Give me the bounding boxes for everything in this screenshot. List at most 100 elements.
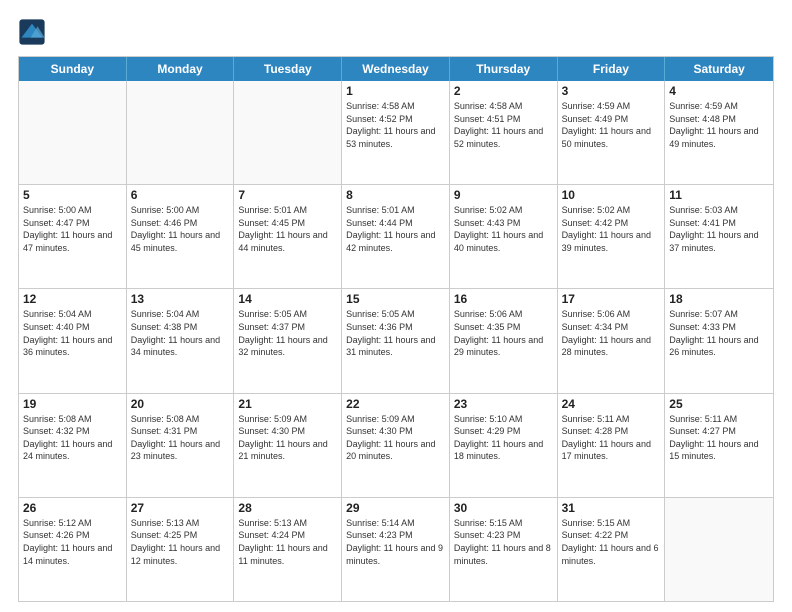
day-cell-19: 19Sunrise: 5:08 AMSunset: 4:32 PMDayligh…	[19, 394, 127, 497]
day-cell-15: 15 Sunrise: 5:05 AMSunset: 4:36 PMDayligh…	[342, 289, 450, 392]
weekday-header-tuesday: Tuesday	[234, 57, 342, 81]
day-info: Sunrise: 5:14 AMSunset: 4:23 PMDaylight:…	[346, 517, 445, 567]
day-cell-23: 23 Sunrise: 5:10 AMSunset: 4:29 PMDayligh…	[450, 394, 558, 497]
day-info: Sunrise: 5:09 AMSunset: 4:30 PMDaylight:…	[238, 413, 337, 463]
day-cell-5: 5 Sunrise: 5:00 AMSunset: 4:47 PMDaylight…	[19, 185, 127, 288]
day-cell-22: 22 Sunrise: 5:09 AMSunset: 4:30 PMDayligh…	[342, 394, 450, 497]
day-cell-17: 17Sunrise: 5:06 AMSunset: 4:34 PMDayligh…	[558, 289, 666, 392]
day-number: 15	[346, 292, 445, 306]
day-number: 7	[238, 188, 337, 202]
day-info: Sunrise: 5:05 AMSunset: 4:37 PMDaylight:…	[238, 308, 337, 358]
day-info: Sunrise: 4:58 AMSunset: 4:52 PMDaylight:…	[346, 100, 445, 150]
day-info: Sunrise: 5:13 AMSunset: 4:25 PMDaylight:…	[131, 517, 230, 567]
day-info: Sunrise: 5:00 AMSunset: 4:46 PMDaylight:…	[131, 204, 230, 254]
day-cell-2: 2 Sunrise: 4:58 AMSunset: 4:51 PMDaylight…	[450, 81, 558, 184]
day-info: Sunrise: 5:03 AMSunset: 4:41 PMDaylight:…	[669, 204, 769, 254]
weekday-header-monday: Monday	[127, 57, 235, 81]
day-info: Sunrise: 5:01 AMSunset: 4:44 PMDaylight:…	[346, 204, 445, 254]
day-number: 2	[454, 84, 553, 98]
day-info: Sunrise: 5:04 AMSunset: 4:40 PMDaylight:…	[23, 308, 122, 358]
day-info: Sunrise: 4:58 AMSunset: 4:51 PMDaylight:…	[454, 100, 553, 150]
day-info: Sunrise: 5:06 AMSunset: 4:35 PMDaylight:…	[454, 308, 553, 358]
calendar-week-1: 1Sunrise: 4:58 AMSunset: 4:52 PMDaylight…	[19, 81, 773, 184]
day-cell-26: 26 Sunrise: 5:12 AMSunset: 4:26 PMDayligh…	[19, 498, 127, 601]
day-number: 10	[562, 188, 661, 202]
day-number: 16	[454, 292, 553, 306]
day-cell-13: 13 Sunrise: 5:04 AMSunset: 4:38 PMDayligh…	[127, 289, 235, 392]
day-cell-21: 21Sunrise: 5:09 AMSunset: 4:30 PMDayligh…	[234, 394, 342, 497]
day-cell-9: 9 Sunrise: 5:02 AMSunset: 4:43 PMDaylight…	[450, 185, 558, 288]
day-number: 19	[23, 397, 122, 411]
weekday-header-thursday: Thursday	[450, 57, 558, 81]
day-info: Sunrise: 5:15 AMSunset: 4:23 PMDaylight:…	[454, 517, 553, 567]
day-info: Sunrise: 5:13 AMSunset: 4:24 PMDaylight:…	[238, 517, 337, 567]
calendar-week-5: 26 Sunrise: 5:12 AMSunset: 4:26 PMDayligh…	[19, 497, 773, 601]
day-number: 30	[454, 501, 553, 515]
day-number: 3	[562, 84, 661, 98]
header	[18, 18, 774, 46]
calendar-header: SundayMondayTuesdayWednesdayThursdayFrid…	[19, 57, 773, 81]
day-cell-27: 27Sunrise: 5:13 AMSunset: 4:25 PMDayligh…	[127, 498, 235, 601]
day-number: 23	[454, 397, 553, 411]
day-info: Sunrise: 5:12 AMSunset: 4:26 PMDaylight:…	[23, 517, 122, 567]
weekday-header-saturday: Saturday	[665, 57, 773, 81]
day-number: 4	[669, 84, 769, 98]
day-cell-25: 25Sunrise: 5:11 AMSunset: 4:27 PMDayligh…	[665, 394, 773, 497]
empty-cell	[19, 81, 127, 184]
day-number: 24	[562, 397, 661, 411]
weekday-header-wednesday: Wednesday	[342, 57, 450, 81]
day-number: 31	[562, 501, 661, 515]
day-cell-14: 14Sunrise: 5:05 AMSunset: 4:37 PMDayligh…	[234, 289, 342, 392]
empty-cell	[127, 81, 235, 184]
day-info: Sunrise: 5:11 AMSunset: 4:28 PMDaylight:…	[562, 413, 661, 463]
day-number: 18	[669, 292, 769, 306]
weekday-header-friday: Friday	[558, 57, 666, 81]
day-info: Sunrise: 5:09 AMSunset: 4:30 PMDaylight:…	[346, 413, 445, 463]
day-info: Sunrise: 5:15 AMSunset: 4:22 PMDaylight:…	[562, 517, 661, 567]
day-number: 26	[23, 501, 122, 515]
day-info: Sunrise: 5:06 AMSunset: 4:34 PMDaylight:…	[562, 308, 661, 358]
day-cell-20: 20 Sunrise: 5:08 AMSunset: 4:31 PMDayligh…	[127, 394, 235, 497]
day-cell-18: 18Sunrise: 5:07 AMSunset: 4:33 PMDayligh…	[665, 289, 773, 392]
day-info: Sunrise: 4:59 AMSunset: 4:48 PMDaylight:…	[669, 100, 769, 150]
day-info: Sunrise: 5:04 AMSunset: 4:38 PMDaylight:…	[131, 308, 230, 358]
day-info: Sunrise: 5:00 AMSunset: 4:47 PMDaylight:…	[23, 204, 122, 254]
logo	[18, 18, 49, 46]
day-cell-31: 31 Sunrise: 5:15 AMSunset: 4:22 PMDayligh…	[558, 498, 666, 601]
day-cell-29: 29 Sunrise: 5:14 AMSunset: 4:23 PMDayligh…	[342, 498, 450, 601]
day-cell-16: 16 Sunrise: 5:06 AMSunset: 4:35 PMDayligh…	[450, 289, 558, 392]
logo-icon	[18, 18, 46, 46]
day-cell-28: 28 Sunrise: 5:13 AMSunset: 4:24 PMDayligh…	[234, 498, 342, 601]
calendar-week-4: 19Sunrise: 5:08 AMSunset: 4:32 PMDayligh…	[19, 393, 773, 497]
day-number: 9	[454, 188, 553, 202]
day-number: 28	[238, 501, 337, 515]
day-number: 25	[669, 397, 769, 411]
day-cell-30: 30 Sunrise: 5:15 AMSunset: 4:23 PMDayligh…	[450, 498, 558, 601]
day-info: Sunrise: 5:08 AMSunset: 4:31 PMDaylight:…	[131, 413, 230, 463]
calendar: SundayMondayTuesdayWednesdayThursdayFrid…	[18, 56, 774, 602]
day-info: Sunrise: 5:05 AMSunset: 4:36 PMDaylight:…	[346, 308, 445, 358]
day-number: 29	[346, 501, 445, 515]
page: SundayMondayTuesdayWednesdayThursdayFrid…	[0, 0, 792, 612]
weekday-header-sunday: Sunday	[19, 57, 127, 81]
day-number: 6	[131, 188, 230, 202]
day-cell-8: 8 Sunrise: 5:01 AMSunset: 4:44 PMDaylight…	[342, 185, 450, 288]
day-cell-24: 24 Sunrise: 5:11 AMSunset: 4:28 PMDayligh…	[558, 394, 666, 497]
day-info: Sunrise: 4:59 AMSunset: 4:49 PMDaylight:…	[562, 100, 661, 150]
day-cell-1: 1Sunrise: 4:58 AMSunset: 4:52 PMDaylight…	[342, 81, 450, 184]
day-number: 8	[346, 188, 445, 202]
day-info: Sunrise: 5:02 AMSunset: 4:43 PMDaylight:…	[454, 204, 553, 254]
day-number: 20	[131, 397, 230, 411]
day-info: Sunrise: 5:02 AMSunset: 4:42 PMDaylight:…	[562, 204, 661, 254]
empty-cell	[665, 498, 773, 601]
day-number: 12	[23, 292, 122, 306]
day-cell-7: 7Sunrise: 5:01 AMSunset: 4:45 PMDaylight…	[234, 185, 342, 288]
day-cell-10: 10 Sunrise: 5:02 AMSunset: 4:42 PMDayligh…	[558, 185, 666, 288]
day-number: 5	[23, 188, 122, 202]
calendar-week-3: 12 Sunrise: 5:04 AMSunset: 4:40 PMDayligh…	[19, 288, 773, 392]
day-number: 13	[131, 292, 230, 306]
day-number: 11	[669, 188, 769, 202]
day-cell-4: 4 Sunrise: 4:59 AMSunset: 4:48 PMDaylight…	[665, 81, 773, 184]
day-number: 22	[346, 397, 445, 411]
day-info: Sunrise: 5:10 AMSunset: 4:29 PMDaylight:…	[454, 413, 553, 463]
